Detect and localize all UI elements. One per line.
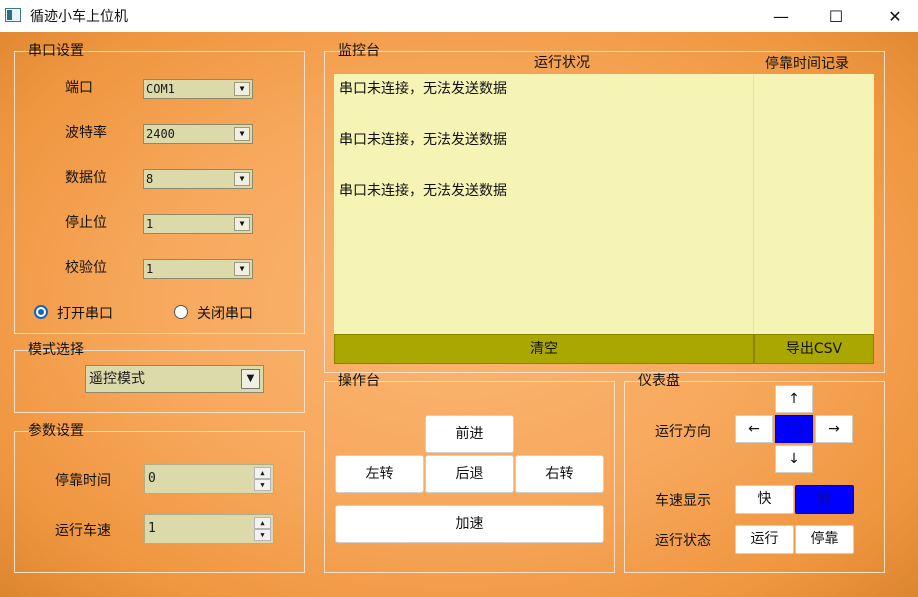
spin-up-icon[interactable]: ▲ — [254, 517, 271, 529]
baud-value: 2400 — [146, 127, 175, 141]
status-column-header: 运行状况 — [534, 55, 590, 71]
stopbits-label: 停止位 — [65, 215, 107, 231]
chevron-down-icon: ▼ — [234, 127, 250, 141]
speed-fast-indicator: 快 — [735, 485, 794, 514]
export-csv-button[interactable]: 导出CSV — [754, 334, 874, 364]
log-line: 串口未连接，无法发送数据 — [339, 183, 507, 199]
params-title: 参数设置 — [28, 423, 84, 439]
speed-display-label: 车速显示 — [655, 493, 711, 509]
speed-label: 运行车速 — [55, 523, 111, 539]
chevron-down-icon: ▼ — [234, 172, 250, 186]
baud-label: 波特率 — [65, 125, 107, 141]
mode-select[interactable]: 遥控模式 ▼ — [85, 365, 264, 393]
title-bar: 循迹小车上位机 — ☐ ✕ — [0, 0, 918, 32]
stoplog-column-header: 停靠时间记录 — [765, 56, 849, 72]
dashboard-title: 仪表盘 — [638, 373, 680, 389]
app-icon — [5, 8, 21, 22]
accelerate-button[interactable]: 加速 — [335, 505, 604, 543]
turn-right-button[interactable]: 右转 — [515, 455, 604, 493]
stop-time-spinbox[interactable]: 0 ▲ ▼ — [144, 464, 274, 494]
speed-slow-indicator: 慢 — [795, 485, 854, 514]
forward-button[interactable]: 前进 — [425, 415, 514, 453]
stopbits-value: 1 — [146, 217, 154, 231]
stop-time-label: 停靠时间 — [55, 473, 111, 489]
speed-value: 1 — [148, 521, 156, 536]
stopbits-select[interactable]: 1 ▼ — [143, 214, 253, 234]
spin-up-icon[interactable]: ▲ — [254, 467, 271, 479]
databits-select[interactable]: 8 ▼ — [143, 169, 253, 189]
open-port-label[interactable]: 打开串口 — [57, 303, 113, 323]
run-state-label: 运行状态 — [655, 533, 711, 549]
databits-label: 数据位 — [65, 170, 107, 186]
close-button[interactable]: ✕ — [872, 0, 918, 32]
log-view[interactable]: 串口未连接，无法发送数据 串口未连接，无法发送数据 串口未连接，无法发送数据 — [334, 74, 874, 334]
parity-select[interactable]: 1 ▼ — [143, 259, 253, 279]
baud-select[interactable]: 2400 ▼ — [143, 124, 253, 144]
maximize-button[interactable]: ☐ — [813, 0, 859, 32]
serial-settings-title: 串口设置 — [28, 43, 84, 59]
params-group: 参数设置 — [14, 423, 305, 573]
open-port-radio[interactable] — [34, 305, 48, 319]
log-line: 串口未连接，无法发送数据 — [339, 132, 507, 148]
chevron-down-icon: ▼ — [241, 369, 260, 389]
minimize-button[interactable]: — — [758, 0, 804, 32]
clear-button[interactable]: 清空 — [334, 334, 754, 364]
direction-center-icon: ◯ — [775, 415, 813, 443]
port-select[interactable]: COM1 ▼ — [143, 79, 253, 99]
log-line: 串口未连接，无法发送数据 — [339, 81, 507, 97]
spin-down-icon[interactable]: ▼ — [254, 479, 271, 491]
parity-label: 校验位 — [65, 260, 107, 276]
state-running-indicator: 运行 — [735, 525, 794, 554]
arrow-left-icon: ← — [735, 415, 773, 443]
databits-value: 8 — [146, 172, 154, 186]
mode-value: 遥控模式 — [89, 371, 145, 387]
close-port-label[interactable]: 关闭串口 — [197, 303, 253, 323]
main-panel: 串口设置 端口 COM1 ▼ 波特率 2400 ▼ 数据位 8 ▼ 停止位 1 … — [0, 32, 918, 597]
direction-label: 运行方向 — [655, 424, 711, 440]
window-title: 循迹小车上位机 — [30, 9, 128, 25]
arrow-down-icon: ↓ — [775, 445, 813, 473]
state-stopped-indicator: 停靠 — [795, 525, 854, 554]
chevron-down-icon: ▼ — [234, 262, 250, 276]
stop-time-value: 0 — [148, 471, 156, 486]
backward-button[interactable]: 后退 — [425, 455, 514, 493]
log-column-divider — [753, 74, 754, 334]
chevron-down-icon: ▼ — [234, 217, 250, 231]
spin-down-icon[interactable]: ▼ — [254, 529, 271, 541]
monitor-title: 监控台 — [338, 43, 380, 59]
arrow-up-icon: ↑ — [775, 385, 813, 413]
close-port-radio[interactable] — [174, 305, 188, 319]
parity-value: 1 — [146, 262, 154, 276]
chevron-down-icon: ▼ — [234, 82, 250, 96]
turn-left-button[interactable]: 左转 — [335, 455, 424, 493]
port-label: 端口 — [65, 80, 93, 96]
arrow-right-icon: → — [815, 415, 853, 443]
speed-spinbox[interactable]: 1 ▲ ▼ — [144, 514, 274, 544]
control-title: 操作台 — [338, 373, 380, 389]
mode-title: 模式选择 — [28, 342, 84, 358]
port-value: COM1 — [146, 82, 175, 96]
